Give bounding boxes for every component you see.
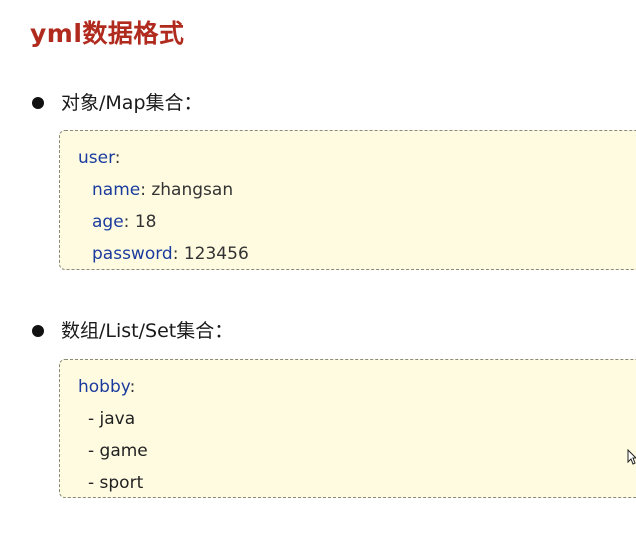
section-heading-list: 数组/List/Set集合： xyxy=(32,318,233,344)
code-line-field: password: 123456 xyxy=(92,244,249,264)
bullet-icon xyxy=(32,325,44,337)
code-line-field: age: 18 xyxy=(92,212,157,232)
mouse-cursor-icon xyxy=(627,449,636,465)
code-line-item: - java xyxy=(88,409,136,429)
code-line-field: name: zhangsan xyxy=(92,180,234,200)
code-line-item: - sport xyxy=(88,473,144,493)
code-line-root: user: xyxy=(78,148,121,168)
section-heading-map: 对象/Map集合： xyxy=(32,90,203,116)
code-line-root: hobby: xyxy=(78,377,136,397)
section-heading-label: 对象/Map集合： xyxy=(61,92,203,114)
bullet-icon xyxy=(32,97,44,109)
code-block-list: hobby: - java - game - sport xyxy=(59,359,636,498)
section-heading-label: 数组/List/Set集合： xyxy=(61,320,234,342)
code-block-map: user: name: zhangsan age: 18 password: 1… xyxy=(59,130,636,270)
page-title: yml数据格式 xyxy=(30,19,185,48)
code-line-item: - game xyxy=(88,441,148,461)
